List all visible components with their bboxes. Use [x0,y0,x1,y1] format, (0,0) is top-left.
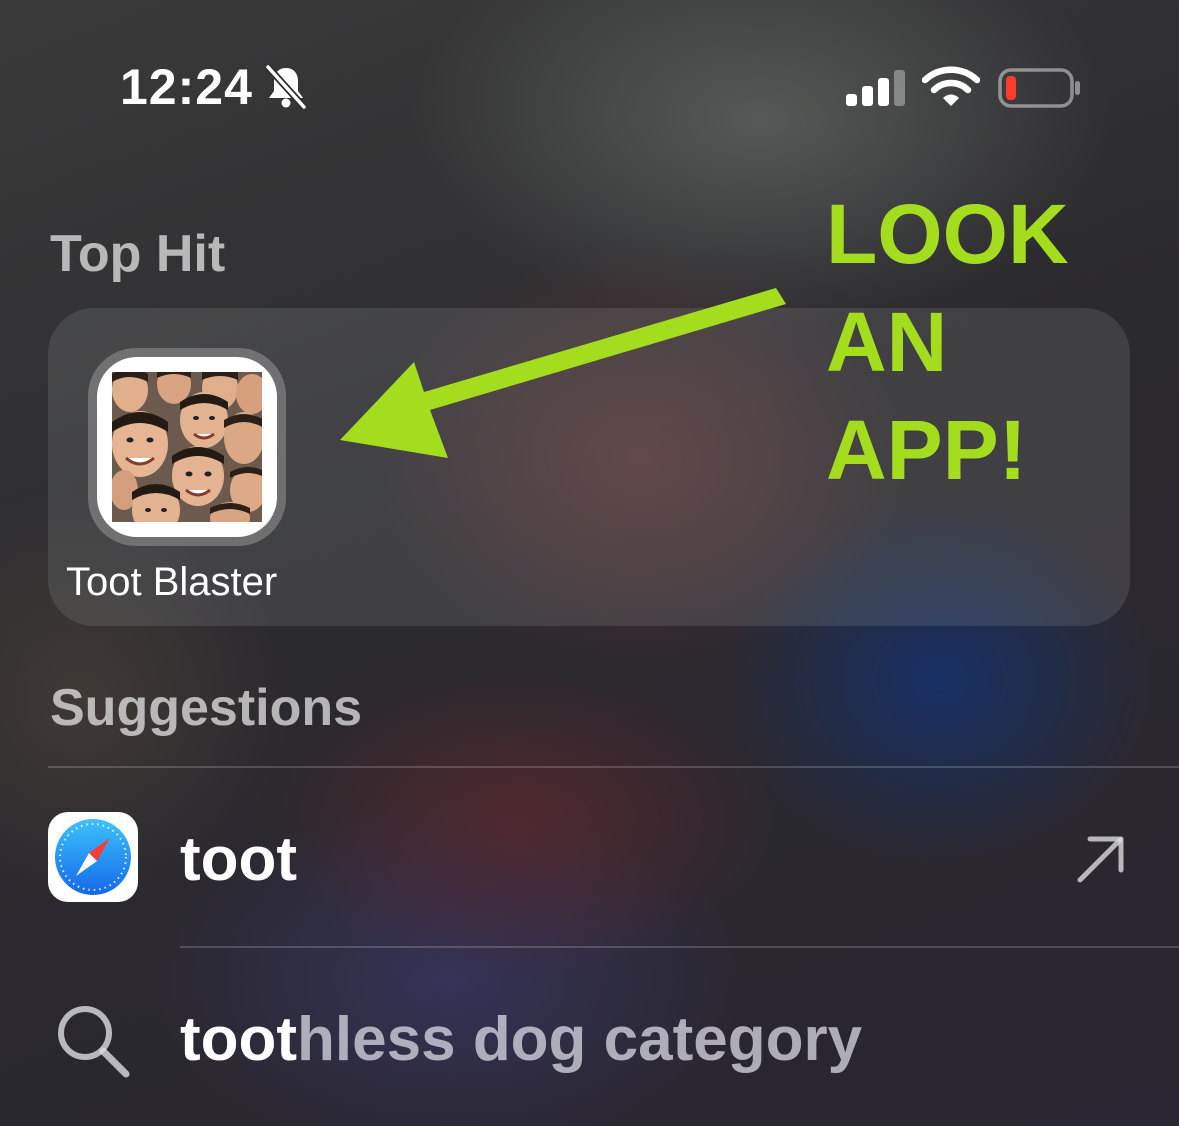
search-icon [58,1006,130,1078]
toot-blaster-app-icon[interactable] [97,357,277,537]
annotation-line-1: LOOK [826,187,1069,281]
wifi-icon [922,66,980,106]
cellular-signal-icon [846,70,905,106]
status-time: 12:24 [120,59,253,115]
arrow-up-right-icon[interactable] [1074,832,1128,886]
typed-query: toot [180,1005,298,1074]
top-hit-heading: Top Hit [50,225,226,283]
face-collage-image [112,372,262,522]
bell-slash-icon [265,64,307,110]
query-completion: hless dog category [297,1005,863,1074]
suggestion-row-web[interactable]: toot [0,780,1179,940]
battery-low-icon [998,68,1080,108]
app-name-label: Toot Blaster [66,560,278,604]
divider [180,946,1179,948]
divider [48,766,1179,768]
suggestion-text: toot [180,825,298,894]
search-suggestion-text: toothless dog category [180,1004,862,1075]
suggestion-row-search[interactable]: toothless dog category [0,958,1179,1118]
annotation-line-2: AN [826,295,948,389]
annotation-callout: LOOK AN APP! [826,180,1069,504]
suggestions-heading: Suggestions [50,679,363,737]
annotation-line-3: APP! [826,403,1027,497]
safari-icon [48,812,138,902]
